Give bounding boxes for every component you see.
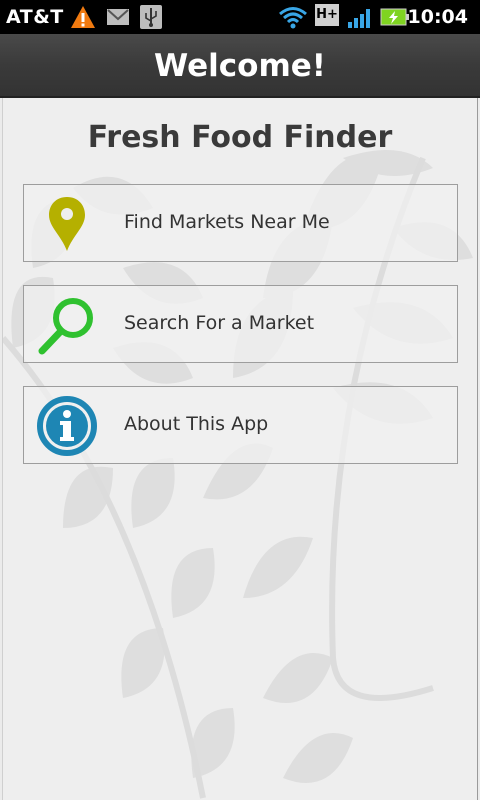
search-market-button[interactable]: Search For a Market (23, 285, 458, 363)
signal-icon (348, 9, 370, 28)
battery-charging-icon (380, 8, 409, 26)
clock: 10:04 (407, 6, 468, 28)
warning-icon (71, 6, 95, 28)
usb-icon (140, 5, 162, 29)
network-type-icon: H+ (315, 4, 339, 26)
search-icon (38, 298, 93, 355)
about-app-label: About This App (124, 413, 269, 435)
app-heading: Fresh Food Finder (87, 120, 393, 155)
status-bar: AT&T H+ 10:04 (0, 0, 480, 34)
find-markets-button[interactable]: Find Markets Near Me (23, 184, 458, 262)
find-markets-label: Find Markets Near Me (124, 211, 330, 233)
search-market-label: Search For a Market (124, 312, 315, 334)
mail-icon (107, 9, 129, 25)
carrier-label: AT&T (6, 6, 64, 28)
page-title: Welcome! (154, 48, 326, 84)
wifi-icon (279, 7, 307, 29)
main-content: Fresh Food Finder Find Markets Near Me S… (2, 98, 478, 800)
info-icon (37, 396, 97, 456)
title-bar: Welcome! (0, 34, 480, 98)
map-pin-icon (49, 197, 85, 251)
about-app-button[interactable]: About This App (23, 386, 458, 464)
